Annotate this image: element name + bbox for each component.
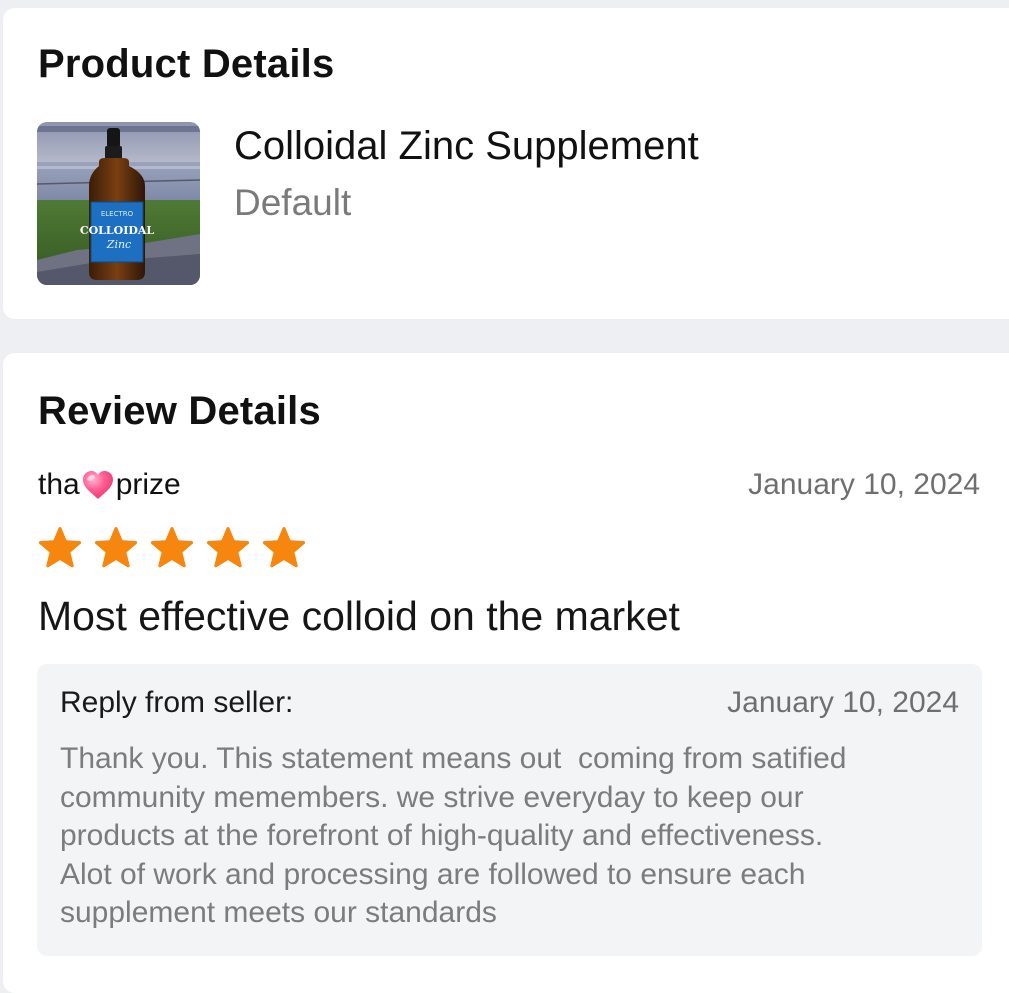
reviewer-name-start: tha — [38, 468, 80, 501]
reply-date: January 10, 2024 — [727, 686, 959, 719]
review-date: January 10, 2024 — [748, 468, 980, 501]
reply-text: Thank you. This statement means out comi… — [60, 740, 940, 933]
star-icon — [150, 527, 194, 568]
product-image-label-main: COLLOIDAL — [80, 224, 155, 237]
star-icon — [94, 527, 138, 568]
reply-text-line: supplement meets our standards — [60, 896, 497, 929]
review-details-card: Review Details tha prize January 10, 202… — [3, 353, 1009, 993]
star-icon — [38, 527, 82, 568]
product-image[interactable]: ELECTRO COLLOIDAL Zinc — [37, 122, 200, 285]
review-title: Most effective colloid on the market — [38, 593, 680, 639]
product-name[interactable]: Colloidal Zinc Supplement — [234, 124, 699, 169]
reply-label: Reply from seller: — [60, 686, 294, 719]
review-details-heading: Review Details — [38, 389, 321, 433]
product-photo-illustration: ELECTRO COLLOIDAL Zinc — [37, 122, 200, 285]
reply-text-line: community memembers. we strive everyday … — [60, 780, 804, 814]
reviewer-name: tha prize — [38, 468, 181, 502]
pink-heart-icon — [81, 469, 115, 501]
product-details-card: Product Details ELECTRO COLLOIDAL Zinc C… — [3, 8, 1009, 319]
product-details-heading: Product Details — [38, 42, 335, 86]
reviewer-name-end: prize — [115, 468, 181, 501]
product-image-label-top: ELECTRO — [101, 210, 134, 218]
reply-text-line: products at the forefront of high-qualit… — [60, 819, 824, 852]
reply-text-line: Thank you. This statement means out comi… — [60, 742, 847, 775]
star-icon — [262, 527, 306, 568]
star-rating — [37, 526, 307, 570]
product-variant: Default — [234, 182, 352, 223]
star-icon — [206, 527, 250, 568]
reply-text-line: Alot of work and processing are followed… — [60, 857, 806, 891]
seller-reply-box: Reply from seller: January 10, 2024 Than… — [37, 664, 982, 956]
product-image-label-sub: Zinc — [106, 238, 131, 251]
